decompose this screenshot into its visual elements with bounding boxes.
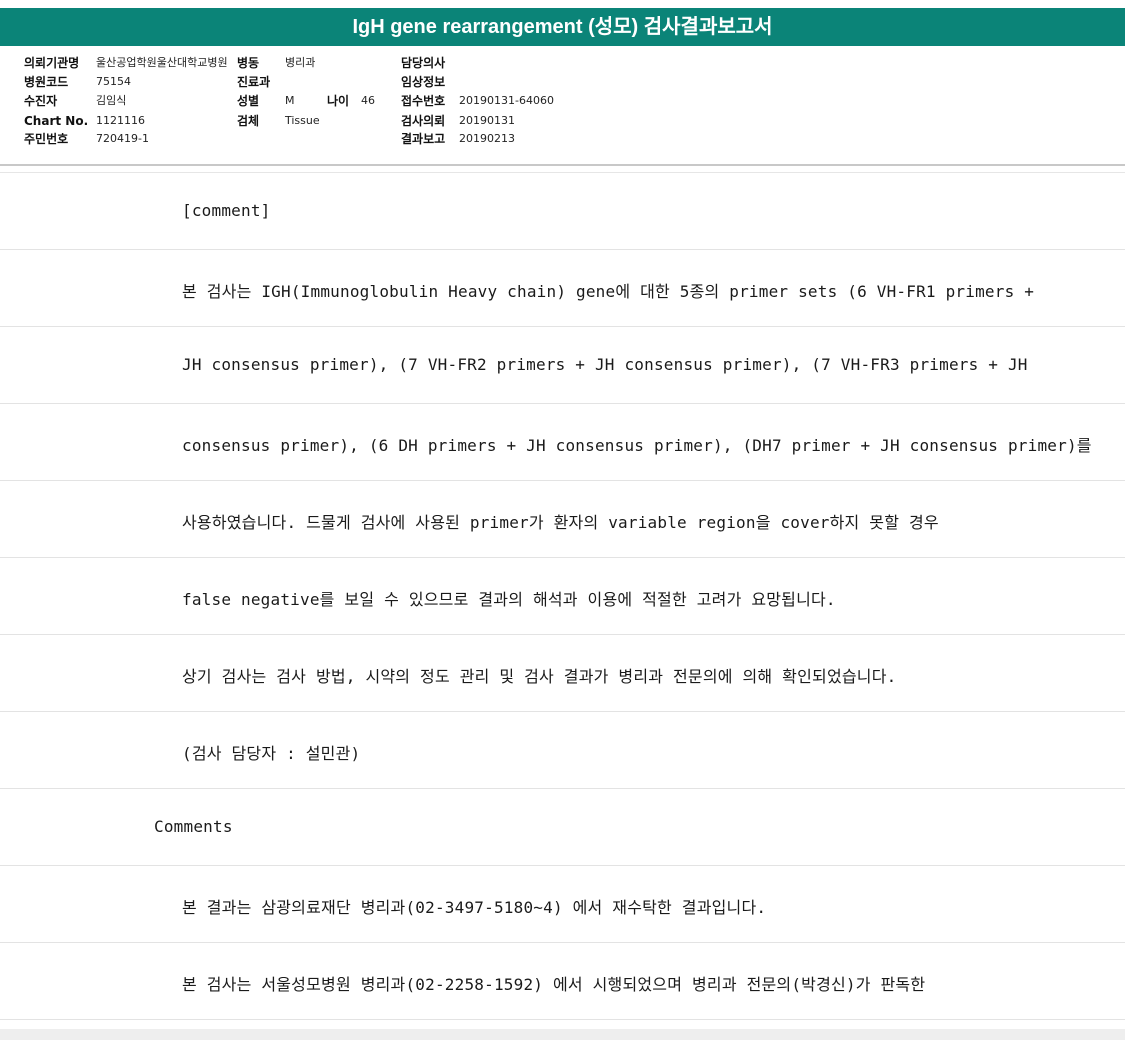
report-line: false negative를 보일 수 있으므로 결과의 해석과 이용에 적절… (0, 558, 1125, 635)
accession-value: 20190131-64060 (459, 94, 554, 107)
clinical-info-label: 임상정보 (401, 75, 446, 89)
hospital-code-label: 병원코드 (24, 75, 69, 89)
resident-no-value: 720419-1 (96, 132, 149, 145)
age-value: 46 (361, 94, 375, 107)
patient-info-panel: 의뢰기관명 울산공업학원울산대학교병원 병동 병리과 담당의사 병원코드 751… (0, 46, 1125, 166)
report-line: consensus primer), (6 DH primers + JH co… (0, 404, 1125, 481)
ward-label: 병동 (237, 56, 260, 70)
specimen-label: 검체 (237, 114, 260, 128)
patient-label: 수진자 (24, 94, 58, 108)
technician-line: (검사 담당자 : 설민관) (182, 744, 361, 763)
comment-heading: [comment] (182, 201, 271, 220)
report-text-line: JH consensus primer), (7 VH-FR2 primers … (182, 355, 1028, 374)
report-line: Comments (0, 789, 1125, 866)
request-date-value: 20190131 (459, 114, 515, 127)
accession-label: 접수번호 (401, 94, 446, 108)
age-label: 나이 (327, 94, 350, 108)
report-line: 본 검사는 서울성모병원 병리과(02-2258-1592) 에서 시행되었으며… (0, 943, 1125, 1020)
chart-no-label: Chart No. (24, 114, 89, 128)
specimen-value: Tissue (285, 114, 320, 127)
sex-label: 성별 (237, 94, 260, 108)
resident-no-label: 주민번호 (24, 132, 69, 146)
report-text-line: consensus primer), (6 DH primers + JH co… (182, 436, 1092, 455)
report-line: (검사 담당자 : 설민관) (0, 712, 1125, 789)
report-text-line: 상기 검사는 검사 방법, 시약의 정도 관리 및 검사 결과가 병리과 전문의… (182, 667, 897, 686)
institution-value: 울산공업학원울산대학교병원 (96, 56, 228, 69)
report-line: 사용하였습니다. 드물게 검사에 사용된 primer가 환자의 variabl… (0, 481, 1125, 558)
report-date-value: 20190213 (459, 132, 515, 145)
institution-label: 의뢰기관명 (24, 56, 80, 70)
report-line: 상기 검사는 검사 방법, 시약의 정도 관리 및 검사 결과가 병리과 전문의… (0, 635, 1125, 712)
patient-value: 김임식 (96, 94, 127, 107)
report-line: 본 결과는 삼광의료재단 병리과(02-3497-5180~4) 에서 재수탁한… (0, 866, 1125, 943)
report-text-line: 본 검사는 서울성모병원 병리과(02-2258-1592) 에서 시행되었으며… (182, 975, 926, 994)
report-body: [comment] 본 검사는 IGH(Immunoglobulin Heavy… (0, 173, 1125, 1020)
report-line: 본 검사는 IGH(Immunoglobulin Heavy chain) ge… (0, 250, 1125, 327)
report-text-line: 사용하였습니다. 드물게 검사에 사용된 primer가 환자의 variabl… (182, 513, 939, 532)
request-date-label: 검사의뢰 (401, 114, 446, 128)
doctor-label: 담당의사 (401, 56, 446, 70)
report-text-line: 본 결과는 삼광의료재단 병리과(02-3497-5180~4) 에서 재수탁한… (182, 898, 767, 917)
info-row-patient: 수진자 김임식 성별 M 나이 46 접수번호 20190131-64060 (0, 92, 1125, 110)
ward-value: 병리과 (285, 56, 316, 69)
report-title: IgH gene rearrangement (성모) 검사결과보고서 (0, 8, 1125, 46)
report-date-label: 결과보고 (401, 132, 446, 146)
report-line: [comment] (0, 173, 1125, 250)
comments-heading: Comments (154, 817, 233, 836)
info-row-hospital-code: 병원코드 75154 진료과 임상정보 (0, 73, 1125, 91)
chart-no-value: 1121116 (96, 114, 145, 127)
info-row-resident-no: 주민번호 720419-1 결과보고 20190213 (0, 130, 1125, 148)
department-label: 진료과 (237, 75, 271, 89)
report-text-line: false negative를 보일 수 있으므로 결과의 해석과 이용에 적절… (182, 590, 836, 609)
report-line: JH consensus primer), (7 VH-FR2 primers … (0, 327, 1125, 404)
info-row-institution: 의뢰기관명 울산공업학원울산대학교병원 병동 병리과 담당의사 (0, 54, 1125, 72)
report-text-line: 본 검사는 IGH(Immunoglobulin Heavy chain) ge… (182, 282, 1035, 301)
hospital-code-value: 75154 (96, 75, 131, 88)
horizontal-scrollbar-track[interactable] (0, 1029, 1125, 1040)
sex-value: M (285, 94, 295, 107)
info-row-chart: Chart No. 1121116 검체 Tissue 검사의뢰 2019013… (0, 112, 1125, 130)
